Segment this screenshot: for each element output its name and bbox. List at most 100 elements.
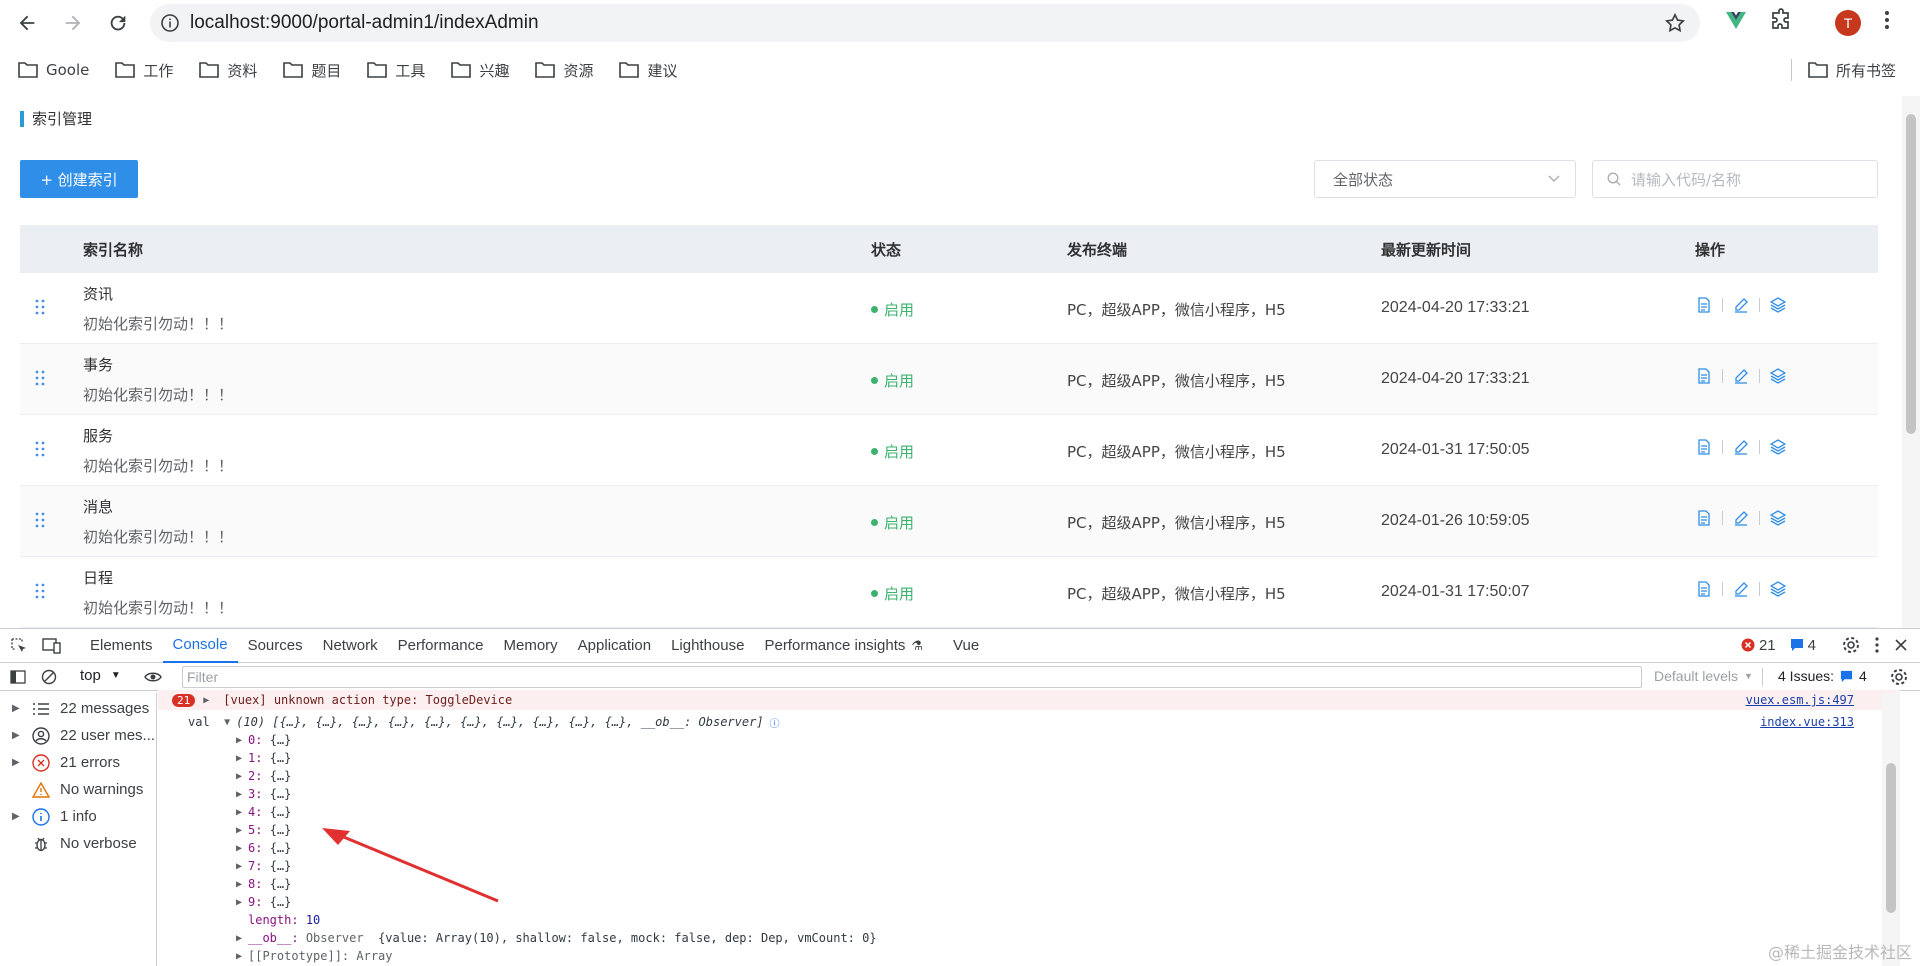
sidebar-item-user-messages[interactable]: ▶ 22 user mes... (0, 722, 156, 749)
clear-console-icon[interactable] (41, 669, 57, 685)
bookmark-folder-resources[interactable]: 资源 (535, 60, 593, 81)
console-scrollbar-thumb[interactable] (1886, 763, 1896, 913)
document-icon[interactable] (1696, 439, 1712, 455)
sidebar-item-info[interactable]: ▶ 1 info (0, 803, 156, 830)
sidebar-item-errors[interactable]: ▶ 21 errors (0, 749, 156, 776)
layers-icon[interactable] (1770, 297, 1786, 313)
drag-handle-icon[interactable] (35, 583, 45, 599)
console-settings-gear-icon[interactable] (1890, 668, 1908, 686)
bookmark-folder-suggestions[interactable]: 建议 (619, 60, 677, 81)
address-bar[interactable]: localhost:9000/portal-admin1/indexAdmin (150, 4, 1700, 42)
tab-vue[interactable]: Vue (943, 629, 989, 663)
tab-application[interactable]: Application (568, 629, 661, 663)
document-icon[interactable] (1696, 510, 1712, 526)
tab-console[interactable]: Console (163, 629, 238, 663)
edit-pen-icon[interactable] (1733, 510, 1749, 526)
action-divider (1759, 511, 1760, 525)
all-bookmarks-button[interactable]: 所有书签 (1808, 60, 1896, 81)
console-error-message[interactable]: 21 ▶ [vuex] unknown action type: ToggleD… (158, 690, 1900, 710)
forward-button[interactable] (53, 3, 93, 43)
sidebar-item-messages[interactable]: ▶ 22 messages (0, 695, 156, 722)
layers-icon[interactable] (1770, 581, 1786, 597)
array-item[interactable]: ▶2: {…} (236, 767, 1900, 785)
console-log-val[interactable]: val ▼ (10) [{…}, {…}, {…}, {…}, {…}, {…}… (158, 713, 1900, 731)
tab-performance-insights[interactable]: Performance insights⚗ (754, 629, 933, 663)
profile-avatar[interactable]: T (1835, 10, 1861, 36)
item-key: 4 (248, 805, 255, 819)
create-index-button[interactable]: + 创建索引 (20, 160, 138, 198)
log-levels-select[interactable]: Default levels▼ (1654, 668, 1753, 684)
document-icon[interactable] (1696, 581, 1712, 597)
document-icon[interactable] (1696, 368, 1712, 384)
tab-memory[interactable]: Memory (494, 629, 568, 663)
sidebar-item-warnings[interactable]: No warnings (0, 776, 156, 803)
inspect-element-icon[interactable] (10, 637, 28, 655)
array-item[interactable]: ▶4: {…} (236, 803, 1900, 821)
page-scrollbar[interactable] (1902, 96, 1920, 628)
source-link[interactable]: index.vue:313 (1760, 715, 1854, 729)
folder-icon (199, 61, 219, 79)
drag-handle-icon[interactable] (35, 370, 45, 386)
tab-elements[interactable]: Elements (80, 629, 163, 663)
prototype-property[interactable]: ▶[[Prototype]]: Array (236, 947, 1900, 965)
drag-handle-icon[interactable] (35, 299, 45, 315)
tab-sources[interactable]: Sources (238, 629, 313, 663)
tab-network[interactable]: Network (313, 629, 388, 663)
annotation-arrow (320, 825, 510, 905)
edit-pen-icon[interactable] (1733, 297, 1749, 313)
bookmark-folder-questions[interactable]: 题目 (283, 60, 341, 81)
drag-handle-icon[interactable] (35, 441, 45, 457)
more-options-icon[interactable] (1874, 636, 1880, 654)
issue-count-badge[interactable]: 4 (1790, 637, 1816, 654)
expand-arrow-icon[interactable]: ▶ (203, 695, 215, 706)
document-icon[interactable] (1696, 297, 1712, 313)
status-dot (871, 377, 878, 384)
row-actions (1696, 439, 1786, 455)
bookmark-folder-goole[interactable]: Goole (18, 61, 89, 79)
sidebar-toggle-icon[interactable] (10, 669, 26, 685)
live-expression-eye-icon[interactable] (144, 669, 162, 685)
extensions-puzzle-icon[interactable] (1769, 8, 1793, 32)
index-description: 初始化索引勿动！！！ (83, 313, 233, 334)
issues-button[interactable]: 4 Issues: 4 (1778, 668, 1867, 684)
context-select[interactable]: top ▼ (80, 667, 121, 684)
tab-performance[interactable]: Performance (388, 629, 494, 663)
edit-pen-icon[interactable] (1733, 439, 1749, 455)
layers-icon[interactable] (1770, 439, 1786, 455)
bookmark-folder-work[interactable]: 工作 (115, 60, 173, 81)
array-item[interactable]: ▶1: {…} (236, 749, 1900, 767)
console-scrollbar[interactable] (1882, 693, 1900, 966)
layers-icon[interactable] (1770, 368, 1786, 384)
bookmark-folder-materials[interactable]: 资料 (199, 60, 257, 81)
error-count-badge[interactable]: 21 (1741, 637, 1776, 654)
observer-property[interactable]: ▶__ob__: Observer {value: Array(10), sha… (236, 929, 1900, 947)
array-item[interactable]: ▶3: {…} (236, 785, 1900, 803)
tab-lighthouse[interactable]: Lighthouse (661, 629, 754, 663)
edit-pen-icon[interactable] (1733, 581, 1749, 597)
status-select[interactable]: 全部状态 (1314, 160, 1576, 198)
source-link[interactable]: vuex.esm.js:497 (1746, 693, 1854, 707)
edit-pen-icon[interactable] (1733, 368, 1749, 384)
action-divider (1759, 440, 1760, 454)
settings-gear-icon[interactable] (1842, 636, 1860, 654)
search-input[interactable]: 请输入代码/名称 (1592, 160, 1878, 198)
back-button[interactable] (7, 3, 47, 43)
terminals: PC，超级APP，微信小程序，H5 (1067, 583, 1286, 604)
bookmark-folder-tools[interactable]: 工具 (367, 60, 425, 81)
console-filter-input[interactable]: Filter (182, 666, 1642, 688)
bookmark-folder-interests[interactable]: 兴趣 (451, 60, 509, 81)
bookmark-star-icon[interactable] (1664, 12, 1686, 34)
browser-menu-icon[interactable] (1883, 8, 1891, 32)
vue-devtools-extension-icon[interactable] (1724, 8, 1748, 32)
bookmark-label: Goole (46, 61, 89, 79)
close-devtools-icon[interactable] (1894, 638, 1908, 652)
collapse-arrow-icon[interactable]: ▼ (224, 717, 236, 728)
reload-button[interactable] (98, 3, 138, 43)
device-toolbar-icon[interactable] (42, 637, 62, 655)
drag-handle-icon[interactable] (35, 512, 45, 528)
page-scrollbar-thumb[interactable] (1906, 114, 1916, 434)
site-info-icon[interactable] (150, 14, 190, 32)
array-item[interactable]: ▶0: {…} (236, 731, 1900, 749)
layers-icon[interactable] (1770, 510, 1786, 526)
sidebar-item-verbose[interactable]: No verbose (0, 830, 156, 857)
